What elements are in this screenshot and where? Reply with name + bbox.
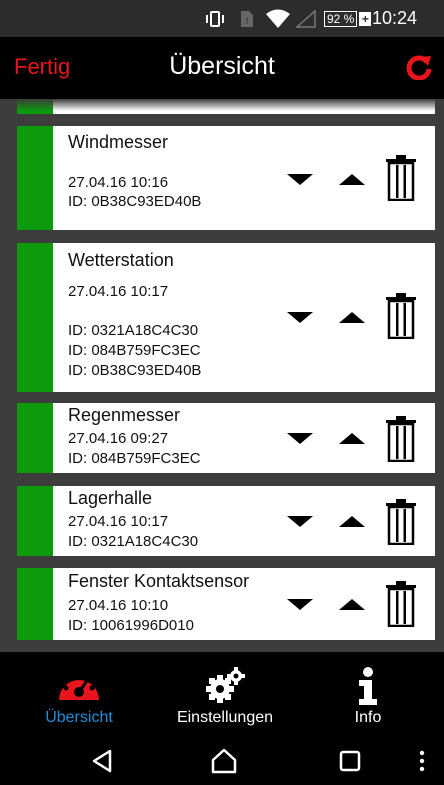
device-card[interactable]: Windmesser 27.04.16 10:16 ID: 0B38C93ED4… [17, 126, 435, 230]
trash-icon[interactable] [385, 293, 417, 339]
move-down-icon[interactable] [287, 433, 313, 444]
clock: 10:24 [372, 8, 418, 28]
device-timestamp: 27.04.16 10:17 [68, 513, 169, 530]
menu-icon[interactable] [410, 737, 434, 785]
trash-icon[interactable] [385, 581, 417, 627]
device-timestamp: 27.04.16 10:17 [68, 283, 169, 300]
tab-bar: Übersicht Einstellungen Info [0, 652, 444, 737]
device-timestamp: 27.04.16 09:27 [68, 430, 169, 447]
move-down-icon[interactable] [287, 599, 313, 610]
move-up-icon[interactable] [339, 312, 365, 323]
move-up-icon[interactable] [339, 516, 365, 527]
move-up-icon[interactable] [339, 174, 365, 185]
refresh-icon[interactable] [406, 54, 432, 81]
device-card[interactable]: Regenmesser 27.04.16 09:27 ID: 084B759FC… [17, 403, 435, 473]
system-nav-bar [0, 737, 444, 785]
move-up-icon[interactable] [339, 433, 365, 444]
tab-info[interactable]: Info [292, 652, 444, 737]
device-name: Wetterstation [68, 250, 174, 270]
battery-level: 92 % [324, 10, 358, 27]
info-icon [359, 667, 377, 705]
tab-label: Info [354, 709, 382, 726]
tab-settings[interactable]: Einstellungen [158, 652, 292, 737]
device-id: ID: 084B759FC3EC [68, 342, 201, 359]
device-name: Regenmesser [68, 405, 181, 425]
battery-charging-icon: + [359, 11, 372, 26]
back-icon[interactable] [78, 737, 126, 785]
recents-icon[interactable] [326, 737, 374, 785]
device-name: Lagerhalle [68, 488, 153, 508]
signal-icon [296, 0, 316, 37]
device-card[interactable]: Fenster Kontaktsensor 27.04.16 10:10 ID:… [17, 568, 435, 640]
move-up-icon[interactable] [339, 599, 365, 610]
device-id: ID: 0321A18C4C30 [68, 322, 199, 339]
status-bar: ! 92 % + 10:24 [0, 0, 444, 37]
tab-label: Übersicht [45, 709, 113, 726]
device-id: ID: 0B38C93ED40B [68, 362, 202, 379]
svg-text:!: ! [245, 17, 249, 27]
status-bar-indicator [17, 403, 53, 473]
device-id: ID: 084B759FC3EC [68, 450, 201, 467]
device-card[interactable]: Wetterstation 27.04.16 10:17 ID: 0321A18… [17, 243, 435, 392]
tab-label: Einstellungen [176, 709, 274, 726]
move-down-icon[interactable] [287, 174, 313, 185]
device-timestamp: 27.04.16 10:10 [68, 597, 169, 614]
sim-icon: ! [240, 0, 254, 37]
status-bar-indicator [17, 243, 53, 392]
trash-icon[interactable] [385, 416, 417, 462]
move-down-icon[interactable] [287, 312, 313, 323]
device-name: Windmesser [68, 132, 169, 152]
status-bar-indicator [17, 126, 53, 230]
device-id: ID: 0B38C93ED40B [68, 193, 202, 210]
page-title: Übersicht [169, 52, 275, 80]
app-bar: Fertig Übersicht [0, 37, 444, 99]
device-name: Fenster Kontaktsensor [68, 571, 250, 591]
move-down-icon[interactable] [287, 516, 313, 527]
trash-icon[interactable] [385, 155, 417, 201]
device-card[interactable]: Lagerhalle 27.04.16 10:17 ID: 0321A18C4C… [17, 486, 435, 556]
battery-indicator: 92 % + [324, 0, 372, 37]
tab-overview[interactable]: Übersicht [0, 652, 158, 737]
device-timestamp: 27.04.16 10:16 [68, 174, 169, 191]
status-bar-indicator [17, 486, 53, 556]
gauge-icon [59, 671, 99, 700]
trash-icon[interactable] [385, 499, 417, 545]
device-id: ID: 10061996D010 [68, 617, 194, 634]
device-list[interactable]: Windmesser 27.04.16 10:16 ID: 0B38C93ED4… [0, 99, 444, 652]
status-bar-indicator [17, 568, 53, 640]
home-icon[interactable] [200, 737, 248, 785]
device-id: ID: 0321A18C4C30 [68, 533, 199, 550]
vibrate-icon [204, 0, 226, 37]
scroll-fade [0, 99, 444, 111]
gears-icon [206, 667, 245, 703]
wifi-icon [266, 0, 290, 37]
